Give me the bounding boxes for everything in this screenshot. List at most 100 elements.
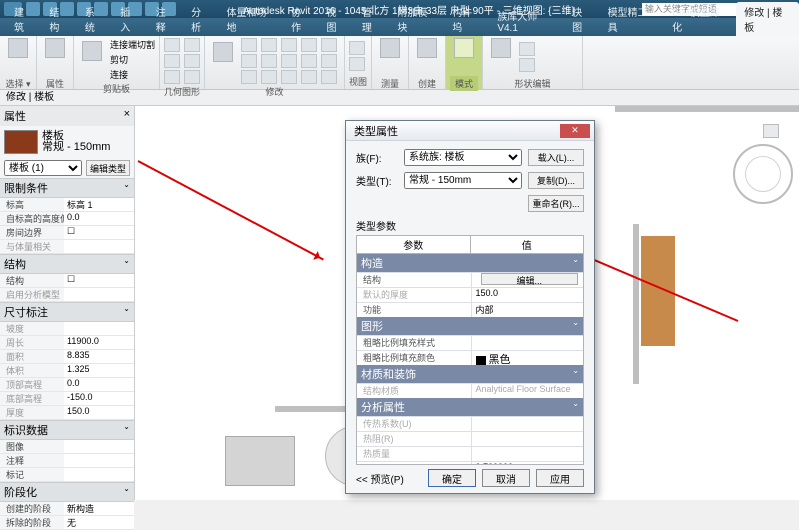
tab-massing[interactable]: 体量和场地 [219,2,284,36]
structural-checkbox[interactable] [64,274,134,287]
group-dimensions[interactable]: 尺寸标注⌄ [0,302,134,322]
tab-goujianwu[interactable]: 构件坞 [444,2,489,36]
geo-icon[interactable] [184,70,200,84]
tab-modeltool[interactable]: 模型精工具 [600,2,665,36]
properties-button[interactable] [41,38,69,76]
join-cmd[interactable]: 连接 [110,68,155,81]
create-button[interactable] [413,38,441,76]
thk-value: 150.0 [64,406,134,419]
mod-icon[interactable] [281,70,297,84]
group-identity[interactable]: 标识数据⌄ [0,420,134,440]
tab-modify-floor[interactable]: 修改 | 楼板 [736,2,799,36]
type-dropdown[interactable]: 常规 - 150mm [404,172,522,189]
dialog-close-button[interactable]: ✕ [560,124,590,138]
dialog-titlebar[interactable]: 类型属性 ✕ [346,121,594,141]
geo-icon[interactable] [164,70,180,84]
group-analytical[interactable]: 分析属性⌄ [357,398,583,416]
duplicate-button[interactable]: 复制(D)... [528,172,584,189]
mod-icon[interactable] [301,70,317,84]
mod-icon[interactable] [261,38,277,52]
tab-view[interactable]: 视图 [319,2,354,36]
tab-annotate[interactable]: 注释 [148,2,183,36]
tab-systems[interactable]: 系统 [77,2,112,36]
level-value[interactable]: 标高 1 [64,198,134,211]
mark-value[interactable] [64,468,134,481]
panel-clipboard: 连接端切割 剪切 连接 剪贴板 [74,36,160,89]
home-view-icon[interactable] [763,124,779,138]
ok-button[interactable]: 确定 [428,469,476,487]
coarse-color-value[interactable]: 黑色 [472,351,584,365]
cut-cmd[interactable]: 剪切 [110,53,155,66]
edit-type-button[interactable]: 编辑类型 [86,160,130,176]
cancel-button[interactable]: 取消 [482,469,530,487]
mod-icon[interactable] [241,54,257,68]
paste-button[interactable] [78,41,106,79]
absorb-label: 吸收率 [357,462,472,464]
mod-icon[interactable] [321,38,337,52]
mod-icon[interactable] [321,70,337,84]
mod-icon[interactable] [261,54,277,68]
family-dropdown[interactable]: 系统族: 楼板 [404,149,522,166]
comment-value[interactable] [64,454,134,467]
coarse-color-label: 粗略比例填充颜色 [357,351,472,365]
shape-icon[interactable] [519,58,535,72]
geo-icon[interactable] [164,54,180,68]
edit-boundary-button[interactable] [450,38,478,76]
absorb-value[interactable]: 0.700000 [472,462,584,464]
modify-button[interactable] [4,38,32,76]
mod-icon[interactable] [261,70,277,84]
room-bound-checkbox[interactable] [64,226,134,239]
geo-icon[interactable] [184,38,200,52]
mass-label: 与体量相关 [0,240,64,253]
image-value[interactable] [64,440,134,453]
rename-button[interactable]: 重命名(R)... [528,195,584,212]
shape-icon[interactable] [519,42,535,56]
area-value: 8.835 [64,350,134,363]
tab-collab[interactable]: 协作 [283,2,318,36]
nav-wheel-icon[interactable] [733,144,793,204]
tab-zuku[interactable]: 族库大师V4.1 [489,6,564,36]
coarse-pattern-value[interactable] [472,336,584,350]
group-graphics[interactable]: 图形⌄ [357,317,583,335]
mod-icon[interactable] [321,54,337,68]
group-phasing[interactable]: 阶段化⌄ [0,482,134,502]
mod-icon[interactable] [281,38,297,52]
group-materials[interactable]: 材质和装饰⌄ [357,365,583,383]
preview-toggle[interactable]: << 预览(P) [356,471,404,486]
group-constraints[interactable]: 限制条件⌄ [0,178,134,198]
mod-icon[interactable] [241,38,257,52]
properties-close-icon[interactable]: × [124,108,130,124]
measure-button[interactable] [376,38,404,76]
join-end-cut[interactable]: 连接端切割 [110,38,155,51]
mod-icon[interactable] [281,54,297,68]
tab-structure[interactable]: 结构 [41,2,76,36]
mod-icon[interactable] [301,54,317,68]
tab-architecture[interactable]: 建筑 [6,2,41,36]
shape-button[interactable] [487,38,515,76]
dphase-value[interactable]: 无 [64,516,134,529]
type-selector[interactable]: 楼板 常规 - 150mm [0,126,134,158]
align-button[interactable] [209,42,237,80]
tab-insert[interactable]: 插入 [112,2,147,36]
view-icon[interactable] [349,41,365,55]
tab-bim[interactable]: BIM模型深化 [664,2,736,36]
offset-value[interactable]: 0.0 [64,212,134,225]
geo-icon[interactable] [184,54,200,68]
tab-manage[interactable]: 管理 [354,2,389,36]
struct-mat-value[interactable]: Analytical Floor Surface [472,384,584,398]
load-button[interactable]: 载入(L)... [528,149,584,166]
geo-icon[interactable] [164,38,180,52]
view-icon[interactable] [349,57,365,71]
instance-dropdown[interactable]: 楼板 (1) [4,160,82,176]
tab-kuaitu[interactable]: 快图 [564,2,599,36]
group-construction[interactable]: 构造⌄ [357,254,583,272]
tab-analyze[interactable]: 分析 [183,2,218,36]
cphase-value[interactable]: 新构造 [64,502,134,515]
tab-addins[interactable]: 附加模块 [389,2,444,36]
function-value[interactable]: 内部 [472,303,584,317]
mod-icon[interactable] [241,70,257,84]
apply-button[interactable]: 应用 [536,469,584,487]
group-structural[interactable]: 结构⌄ [0,254,134,274]
structure-edit-button[interactable]: 编辑... [481,273,578,285]
mod-icon[interactable] [301,38,317,52]
